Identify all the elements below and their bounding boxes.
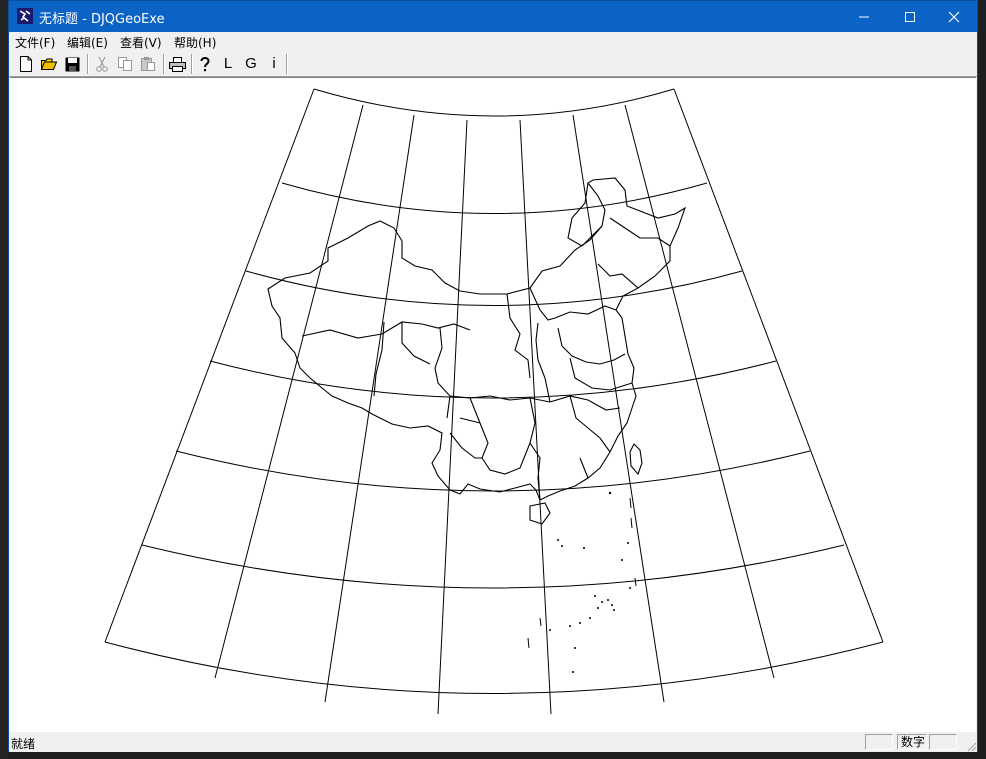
island-dot [613, 609, 615, 611]
province-boundary [579, 457, 589, 479]
status-bar: 就绪 数字 [9, 732, 977, 752]
toolbar-separator [191, 54, 193, 74]
island-dot [629, 587, 631, 589]
graticule-outer-arc [313, 88, 675, 117]
island-dot [607, 599, 609, 601]
province-boundary [449, 417, 482, 459]
paste-icon [141, 57, 155, 71]
toolbar: L G i [9, 52, 977, 77]
maximize-icon [905, 11, 915, 22]
province-boundary [549, 395, 621, 411]
island-dot [549, 629, 551, 631]
menu-view[interactable]: 查看(V) [120, 34, 162, 51]
island-dot [574, 647, 576, 649]
province-boundary [301, 321, 471, 339]
status-pane-3 [929, 734, 957, 750]
boundary-dash [629, 497, 632, 509]
print-button[interactable] [167, 54, 187, 74]
island-dot [608, 491, 612, 495]
island-dot [601, 601, 603, 603]
graticule-parallel [245, 270, 743, 306]
background-editor-strip [0, 0, 8, 759]
island-dot [627, 542, 629, 544]
province-boundary [554, 305, 617, 319]
close-icon [948, 11, 960, 22]
island-dot [579, 622, 581, 624]
graticule-meridian [437, 119, 468, 715]
island-dot [621, 559, 623, 561]
map-canvas[interactable] [10, 77, 976, 732]
boundary-dash [527, 637, 530, 649]
island-dot [597, 607, 599, 609]
toolbar-separator [286, 54, 288, 74]
minimize-button[interactable] [841, 1, 887, 32]
map-drawing [104, 88, 884, 715]
island-dot [583, 547, 585, 549]
new-file-icon [20, 56, 32, 72]
menu-help[interactable]: 帮助(H) [174, 34, 216, 51]
save-button[interactable] [62, 54, 82, 74]
print-icon [168, 56, 186, 72]
graticule-meridian [519, 119, 552, 715]
island-dot [561, 545, 563, 547]
province-boundary [401, 322, 431, 365]
boundary-dash [630, 517, 633, 529]
graticule-meridian [214, 104, 364, 679]
app-window: 无标题 - DJQGeoExe 文件(F) 编辑(E) 查看(V) 帮助(H) [8, 0, 978, 752]
maximize-button[interactable] [887, 1, 933, 32]
new-button[interactable] [16, 54, 36, 74]
title-bar[interactable]: 无标题 - DJQGeoExe [9, 1, 977, 32]
island-dot [611, 604, 613, 606]
close-button[interactable] [931, 1, 977, 32]
paste-button[interactable] [138, 54, 158, 74]
letter-button-g[interactable]: G [241, 54, 261, 74]
province-boundary [597, 263, 639, 289]
menu-file[interactable]: 文件(F) [15, 34, 55, 51]
resize-grip-icon[interactable] [965, 740, 977, 752]
island-dot [557, 539, 559, 541]
province-boundary [434, 327, 451, 419]
province-boundary [481, 442, 531, 475]
boundary-dash [539, 617, 542, 627]
cut-button[interactable] [92, 54, 112, 74]
province-boundary [557, 327, 626, 365]
save-disk-icon [65, 57, 79, 71]
about-button[interactable] [195, 54, 215, 74]
toolbar-separator [163, 54, 165, 74]
province-boundary [506, 293, 531, 379]
province-boundary [569, 395, 611, 453]
status-pane-num: 数字 [897, 734, 927, 750]
status-ready-text: 就绪 [11, 737, 36, 751]
window-title: 无标题 - DJQGeoExe [39, 12, 165, 27]
island-dot [569, 625, 571, 627]
copy-button[interactable] [115, 54, 135, 74]
help-icon [200, 57, 210, 72]
menu-edit[interactable]: 编辑(E) [67, 34, 108, 51]
letter-button-l[interactable]: L [218, 54, 238, 74]
province-boundary [469, 397, 489, 459]
graticule-parallel [209, 360, 777, 399]
letter-button-i[interactable]: i [264, 54, 284, 74]
open-button[interactable] [39, 54, 59, 74]
menu-bar: 文件(F) 编辑(E) 查看(V) 帮助(H) [9, 32, 977, 52]
toolbar-separator [87, 54, 89, 74]
province-boundary [569, 357, 633, 391]
boundary-dash [634, 577, 637, 587]
island-dot [572, 671, 574, 673]
cut-icon [96, 56, 108, 72]
island-dot [589, 617, 591, 619]
island-taiwan [629, 443, 643, 476]
status-pane-1 [865, 734, 893, 750]
minimize-icon [859, 16, 869, 17]
open-folder-icon [41, 58, 57, 70]
graticule-left-edge [104, 88, 315, 643]
island-dot [594, 595, 596, 597]
copy-icon [118, 57, 132, 71]
djqgeo-app-icon [17, 8, 33, 24]
province-boundary [535, 322, 551, 403]
graticule-parallel [281, 182, 708, 214]
